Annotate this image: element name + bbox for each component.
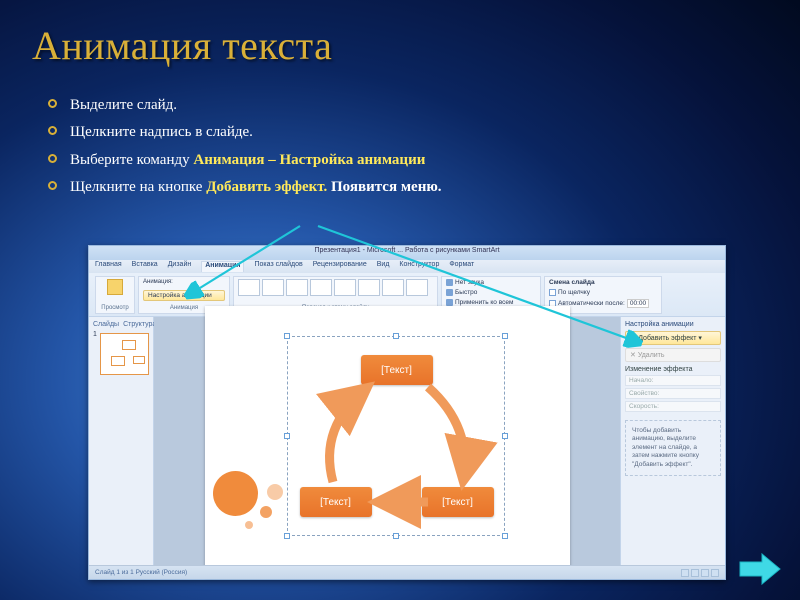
embedded-screenshot: Презентация1 - Microsoft ... Работа с ри…: [88, 245, 726, 580]
animation-task-pane: Настройка анимации ★ Добавить эффект ▾ ✕…: [620, 317, 725, 565]
effect-start-field: Начало:: [625, 375, 721, 386]
star-icon: ★: [630, 335, 636, 342]
speed-dropdown[interactable]: Быстро: [455, 289, 477, 296]
apply-all-icon: [446, 299, 453, 306]
slide-title: Анимация текста: [32, 22, 332, 69]
ribbon-tab[interactable]: Анимация: [201, 261, 244, 272]
bullet-highlight: Анимация – Настройка анимации: [193, 152, 425, 168]
preview-icon[interactable]: [107, 279, 123, 295]
view-buttons[interactable]: [679, 569, 719, 577]
ribbon-tab[interactable]: Вставка: [132, 261, 158, 272]
advance-time[interactable]: 00:00: [627, 299, 649, 308]
ribbon-tab[interactable]: Дизайн: [168, 261, 192, 272]
task-pane-section: Изменение эффекта: [625, 366, 721, 373]
smartart-selection[interactable]: [Текст] [Текст] [Текст]: [287, 336, 505, 536]
window-titlebar: Презентация1 - Microsoft ... Работа с ри…: [89, 246, 725, 260]
bullet-item: Выделите слайд.: [70, 94, 442, 117]
bullet-text: Появится меню.: [327, 179, 441, 195]
transition-thumb[interactable]: [334, 279, 356, 296]
task-pane-title: Настройка анимации: [625, 321, 721, 328]
app-body: Слайды Структура 1 [Текст]: [89, 317, 725, 565]
ribbon-group-label: Просмотр: [100, 305, 130, 311]
ribbon-group-preview: Просмотр: [95, 276, 135, 314]
sound-icon: [446, 279, 453, 286]
advance-on-click[interactable]: По щелчку: [558, 289, 590, 296]
task-pane-hint: Чтобы добавить анимацию, выделите элемен…: [625, 420, 721, 476]
ribbon-tab[interactable]: Конструктор: [399, 261, 439, 272]
transition-thumb[interactable]: [310, 279, 332, 296]
theme-circle-icon: [260, 506, 272, 518]
transition-thumb[interactable]: [358, 279, 380, 296]
speed-icon: [446, 289, 453, 296]
theme-circle-icon: [245, 521, 253, 529]
animation-settings-button[interactable]: Настройка анимации: [143, 290, 225, 301]
smartart-arrows: [288, 337, 504, 535]
bullet-highlight: Добавить эффект.: [206, 179, 327, 195]
anim-dropdown-label: Анимация:: [143, 279, 173, 285]
transition-gallery[interactable]: [238, 279, 433, 296]
apply-all-button[interactable]: Применить ко всем: [455, 299, 513, 306]
ribbon-tab[interactable]: Формат: [449, 261, 474, 272]
ribbon-tab[interactable]: Вид: [377, 261, 390, 272]
effect-speed-field: Скорость:: [625, 401, 721, 412]
thumbs-tab-outline[interactable]: Структура: [123, 321, 156, 328]
ribbon-tabs: Главная Вставка Дизайн Анимация Показ сл…: [89, 260, 725, 273]
bullet-icon: [48, 154, 57, 163]
bullet-icon: [48, 126, 57, 135]
slide-number: 1: [93, 331, 97, 375]
bullet-text: Выберите команду: [70, 152, 193, 168]
bullet-item: Щелкните надпись в слайде.: [70, 121, 442, 144]
transition-thumb[interactable]: [262, 279, 284, 296]
advance-heading: Смена слайда: [549, 279, 657, 286]
status-text: Слайд 1 из 1 Русский (Россия): [95, 569, 187, 576]
checkbox-icon[interactable]: [549, 289, 556, 296]
ribbon-tab[interactable]: Главная: [95, 261, 122, 272]
transition-thumb[interactable]: [286, 279, 308, 296]
add-effect-label: Добавить эффект: [638, 335, 696, 342]
bullet-list: Выделите слайд. Щелкните надпись в слайд…: [70, 94, 442, 203]
bullet-item: Щелкните на кнопке Добавить эффект. Появ…: [70, 176, 442, 199]
bullet-text: Выделите слайд.: [70, 97, 177, 113]
transition-thumb[interactable]: [238, 279, 260, 296]
slide-canvas[interactable]: [Текст] [Текст] [Текст]: [154, 317, 620, 565]
status-bar: Слайд 1 из 1 Русский (Россия): [89, 565, 725, 579]
sound-dropdown[interactable]: Нет звука: [455, 279, 484, 286]
effect-property-field: Свойство:: [625, 388, 721, 399]
ribbon-tab[interactable]: Рецензирование: [313, 261, 367, 272]
slides-thumbnails-pane: Слайды Структура 1: [89, 317, 154, 565]
next-slide-button[interactable]: [738, 552, 782, 586]
thumbs-tab-slides[interactable]: Слайды: [93, 321, 119, 328]
bullet-text: Щелкните надпись в слайде.: [70, 124, 253, 140]
bullet-item: Выберите команду Анимация – Настройка ан…: [70, 149, 442, 172]
add-effect-button[interactable]: ★ Добавить эффект ▾: [625, 331, 721, 345]
slide: [Текст] [Текст] [Текст]: [205, 306, 570, 576]
remove-effect-button: ✕ Удалить: [625, 348, 721, 362]
transition-thumb[interactable]: [406, 279, 428, 296]
slide-thumbnail[interactable]: [100, 333, 149, 375]
bullet-icon: [48, 99, 57, 108]
ribbon-tab[interactable]: Показ слайдов: [254, 261, 302, 272]
theme-circle-icon: [213, 471, 258, 516]
bullet-text: Щелкните на кнопке: [70, 179, 206, 195]
transition-thumb[interactable]: [382, 279, 404, 296]
theme-circle-icon: [267, 484, 283, 500]
bullet-icon: [48, 181, 57, 190]
